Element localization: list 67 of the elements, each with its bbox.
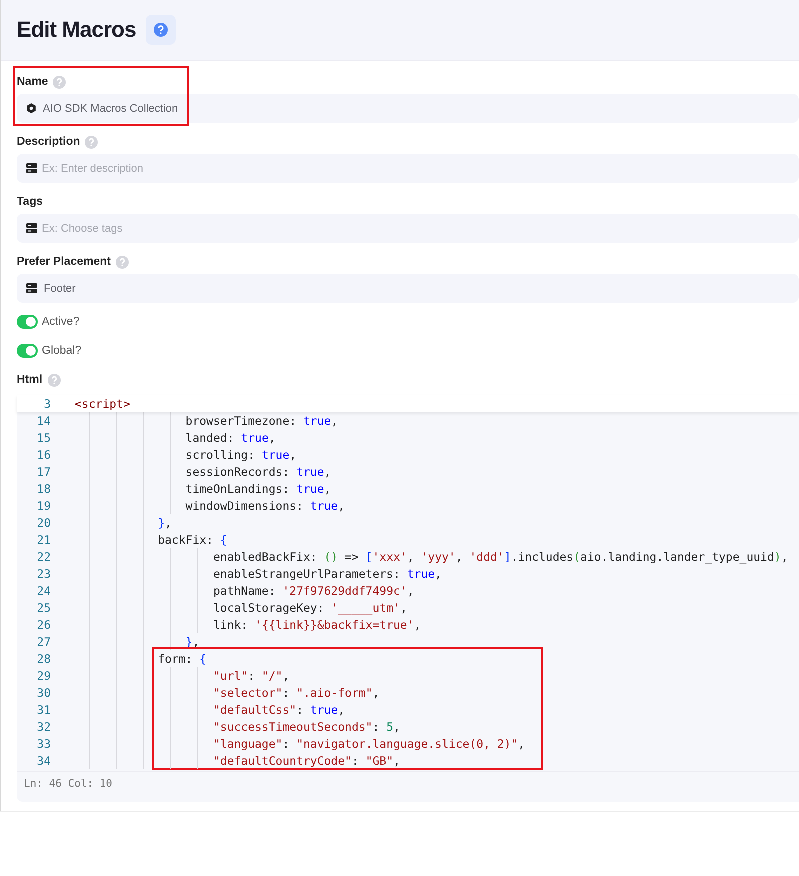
help-icon[interactable]: [48, 374, 61, 386]
code-line: localStorageKey: '_____utm',: [212, 600, 408, 614]
line-number: 18: [36, 482, 51, 496]
code-line: "defaultCountryCode": "GB",: [212, 754, 400, 768]
line-number: 33: [36, 736, 51, 750]
help-icon[interactable]: [53, 76, 66, 88]
line-number: 28: [36, 652, 51, 666]
help-icon[interactable]: [116, 256, 129, 268]
code-line: "defaultCss": true,: [212, 702, 346, 716]
code-line: scrolling: true,: [184, 448, 297, 462]
line-number: 22: [36, 550, 51, 564]
line-number: 19: [36, 498, 51, 512]
code-line: <script>: [75, 396, 130, 410]
cursor-position: Ln: 46 Col: 10: [17, 771, 799, 790]
field-label: Description: [17, 136, 80, 148]
code-line: browserTimezone: true,: [184, 414, 338, 428]
toggle-switch[interactable]: [17, 315, 38, 329]
field-label: Tags: [17, 196, 43, 208]
field-label: Prefer Placement: [17, 256, 111, 268]
code-line: "url": "/",: [212, 668, 290, 682]
input-field[interactable]: Ex: Enter description: [17, 154, 799, 183]
field-label: Name: [17, 76, 48, 88]
input-field[interactable]: Footer: [17, 274, 799, 303]
code-editor[interactable]: [17, 395, 799, 802]
line-number: 30: [36, 686, 51, 700]
code-line: enabledBackFix: () => ['xxx', 'yyy', 'ddd'].includes(aio.landing.lander_type_uuid),: [212, 550, 788, 564]
line-number: 24: [36, 584, 51, 598]
code-line: "successTimeoutSeconds": 5,: [212, 720, 400, 734]
help-icon[interactable]: [85, 136, 98, 148]
line-number: 15: [36, 430, 51, 444]
code-line: pathName: '27f97629ddf7499c',: [212, 584, 414, 598]
help-button[interactable]: [146, 15, 176, 45]
line-number: 32: [36, 720, 51, 734]
line-number: 31: [36, 702, 51, 716]
code-line: backFix: {: [157, 532, 228, 546]
line-number: 16: [36, 448, 51, 462]
code-line: "selector": ".aio-form",: [212, 686, 380, 700]
input-field[interactable]: AIO SDK Macros Collection: [17, 94, 799, 123]
line-number: 21: [36, 532, 51, 546]
code-line: timeOnLandings: true,: [184, 482, 332, 496]
code-line: },: [157, 516, 172, 530]
line-number: 34: [36, 754, 51, 768]
line-number: 3: [43, 396, 51, 410]
line-number: 17: [36, 464, 51, 478]
code-line: link: '{{link}}&backfix=true',: [212, 618, 422, 632]
input-field[interactable]: Ex: Choose tags: [17, 214, 799, 243]
line-number: 27: [36, 634, 51, 648]
code-line: form: {: [157, 652, 207, 666]
toggle-switch[interactable]: [17, 344, 38, 358]
page-title: Edit Macros: [17, 17, 136, 43]
code-line: "language": "navigator.language.slice(0, 2)",: [212, 736, 526, 750]
line-number: 20: [36, 516, 51, 530]
field-label: Html: [17, 374, 43, 386]
code-line: windowDimensions: true,: [184, 498, 346, 512]
server-icon: [26, 283, 38, 294]
line-number: 14: [36, 414, 51, 428]
toggle-label: Active?: [42, 316, 80, 328]
line-number: 29: [36, 668, 51, 682]
code-line: sessionRecords: true,: [184, 464, 332, 478]
line-number: 26: [36, 618, 51, 632]
code-line: landed: true,: [184, 430, 276, 444]
code-line: enableStrangeUrlParameters: true,: [212, 566, 442, 580]
toggle-label: Global?: [42, 345, 82, 357]
help-icon: [154, 23, 168, 37]
line-number: 25: [36, 600, 51, 614]
hexagon-icon: [26, 103, 37, 114]
line-number: 23: [36, 566, 51, 580]
